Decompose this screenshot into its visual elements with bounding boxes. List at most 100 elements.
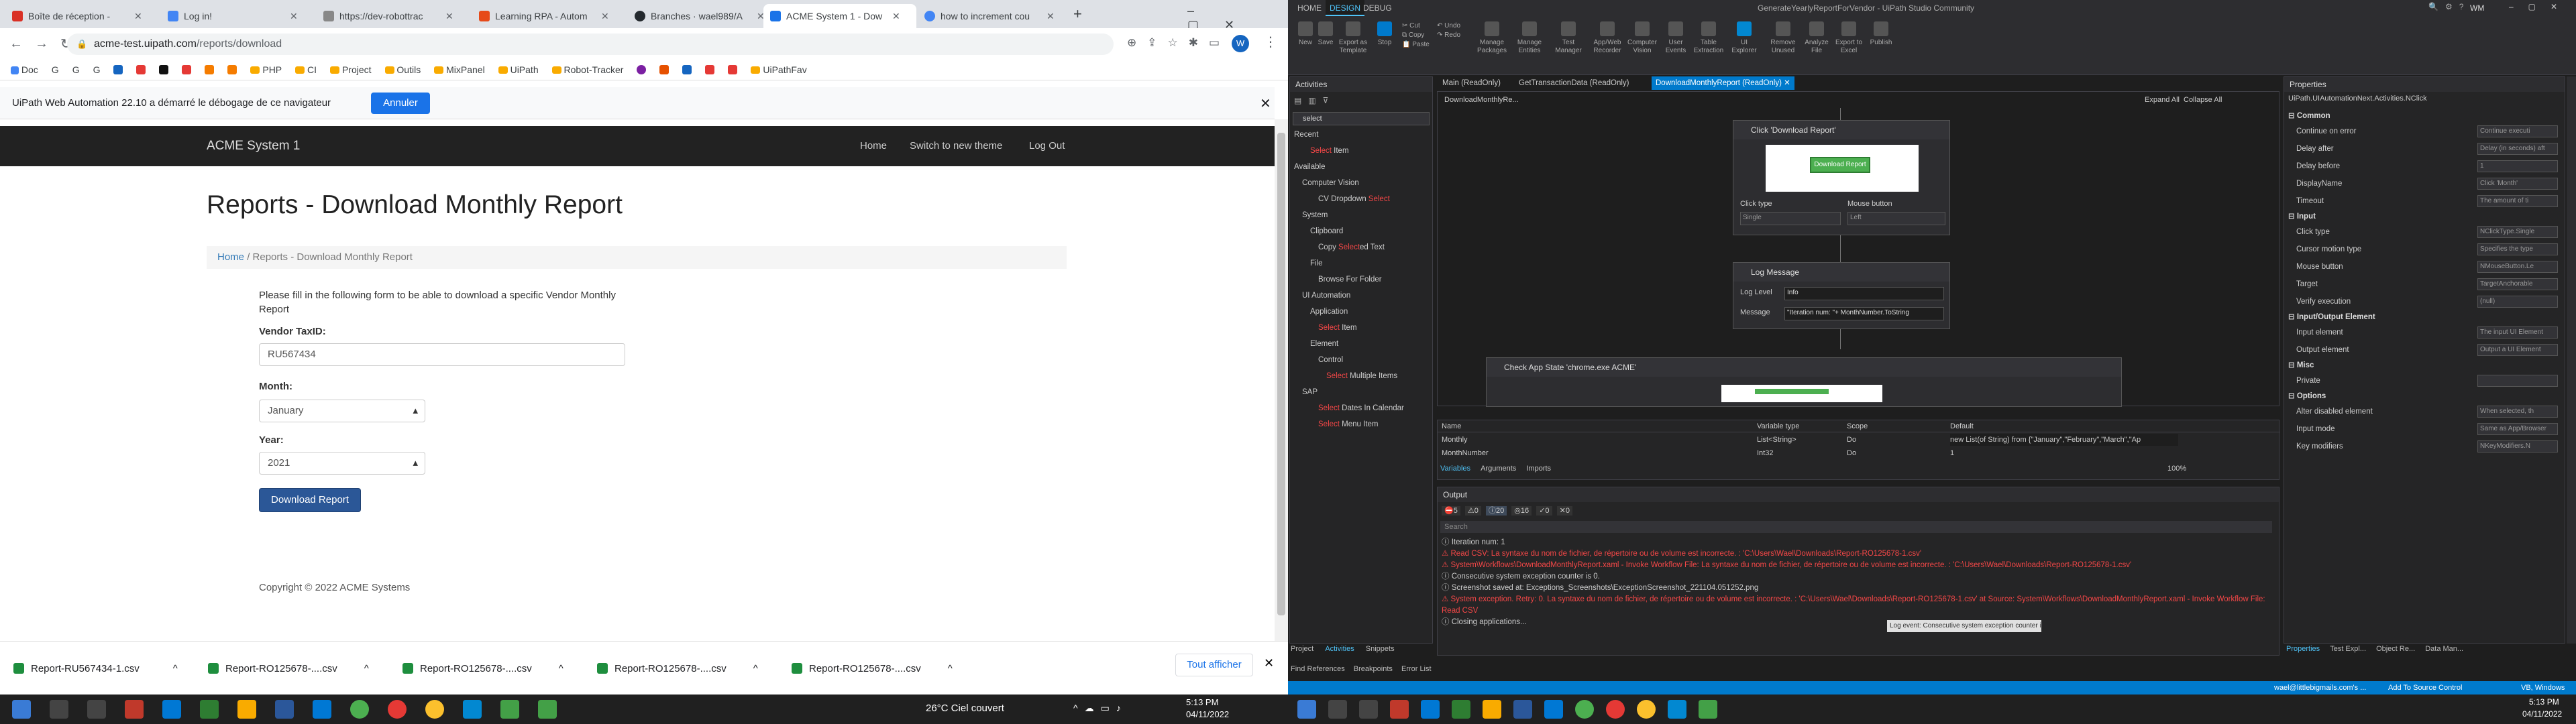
- output-line[interactable]: ⓘ Consecutive system exception counter i…: [1442, 571, 2273, 583]
- chrome-icon[interactable]: [425, 700, 444, 719]
- filter-info[interactable]: ⓘ20: [1485, 506, 1507, 516]
- bookmark-ci[interactable]: CI: [295, 64, 317, 75]
- output-line[interactable]: ⓘ Closing applications...: [1442, 617, 2273, 628]
- show-all-downloads-button[interactable]: Tout afficher: [1175, 654, 1253, 676]
- bookmark-outils[interactable]: Outils: [384, 64, 421, 75]
- close-tab-icon[interactable]: ✕: [1784, 79, 1790, 87]
- bookmark-g2[interactable]: G: [72, 64, 80, 75]
- property-value[interactable]: When selected, th: [2477, 406, 2558, 418]
- chevron-up-icon[interactable]: ^: [753, 663, 758, 674]
- close-tab-icon[interactable]: ✕: [892, 11, 900, 22]
- activity-tree-item[interactable]: Computer Vision: [1290, 175, 1432, 191]
- filter-trace[interactable]: ◎16: [1511, 506, 1532, 516]
- file-explorer-icon[interactable]: [237, 700, 256, 719]
- close-tab-icon[interactable]: ✕: [445, 11, 453, 22]
- bookmark-project[interactable]: Project: [330, 64, 372, 75]
- activity-tree-item[interactable]: CV Dropdown Select: [1290, 191, 1432, 207]
- youtube-icon[interactable]: [728, 64, 738, 74]
- property-value[interactable]: [2477, 375, 2558, 387]
- chrome-icon[interactable]: [1637, 700, 1656, 719]
- close-tab-icon[interactable]: ✕: [134, 11, 142, 22]
- activity-tree-item[interactable]: Select Dates In Calendar: [1290, 400, 1432, 416]
- activity-tree-item[interactable]: Clipboard: [1290, 223, 1432, 239]
- address-bar[interactable]: 🔒 acme-test.uipath.com/reports/download: [67, 34, 1114, 55]
- property-value[interactable]: NClickType.Single: [2477, 226, 2558, 238]
- browser-tab-acme[interactable]: ACME System 1 - Dow ✕: [763, 4, 916, 28]
- property-value[interactable]: NKeyModifiers.N: [2477, 440, 2558, 452]
- search-icon[interactable]: [50, 700, 68, 719]
- activities-tab[interactable]: Activities: [1325, 645, 1354, 653]
- cut-button[interactable]: ✂ Cut: [1402, 21, 1430, 31]
- bookmark-g1[interactable]: G: [52, 64, 59, 75]
- bookmark-doc[interactable]: Doc: [11, 64, 38, 75]
- chrome-icon[interactable]: [388, 700, 407, 719]
- scroll-thumb[interactable]: [1277, 133, 1285, 615]
- expand-all-link[interactable]: Expand All: [2145, 96, 2180, 104]
- activity-tree-item[interactable]: Select Menu Item: [1290, 416, 1432, 432]
- property-section[interactable]: ⊟ Misc: [2284, 359, 2565, 372]
- table-extraction-button[interactable]: Table Extraction: [1692, 21, 1725, 55]
- nav-switch-theme[interactable]: Switch to new theme: [910, 140, 1002, 152]
- error-list-tab[interactable]: Error List: [1401, 665, 1432, 673]
- close-tab-icon[interactable]: ✕: [290, 11, 298, 22]
- output-search-input[interactable]: Search: [1440, 521, 2272, 533]
- bookmark-uipathfav[interactable]: UiPathFav: [751, 64, 807, 75]
- doc-tab-main[interactable]: Main (ReadOnly): [1442, 76, 1501, 90]
- property-value[interactable]: NMouseButton.Le: [2477, 261, 2558, 273]
- taskbar-app-icon[interactable]: [200, 700, 219, 719]
- task-view-icon[interactable]: [1359, 700, 1378, 719]
- activity-tree-item[interactable]: Select Multiple Items: [1290, 368, 1432, 384]
- tab-design[interactable]: DESIGN: [1326, 0, 1365, 16]
- test-explorer-tab[interactable]: Test Expl...: [2330, 645, 2366, 653]
- imports-tab[interactable]: Imports: [1526, 465, 1551, 473]
- computer-vision-button[interactable]: Computer Vision: [1626, 21, 1658, 55]
- clock-time[interactable]: 5:13 PM: [2529, 697, 2559, 707]
- download-report-button[interactable]: Download Report: [259, 488, 361, 512]
- tray-icons[interactable]: ^☁▭♪: [1073, 703, 1128, 714]
- bookmark-g3[interactable]: G: [93, 64, 101, 75]
- property-value[interactable]: The amount of ti: [2477, 195, 2558, 207]
- activity-tree-item[interactable]: Browse For Folder: [1290, 272, 1432, 288]
- window-controls[interactable]: –▢✕: [2509, 2, 2572, 11]
- file-explorer-icon[interactable]: [1483, 700, 1501, 719]
- property-value[interactable]: Output a UI Element: [2477, 344, 2558, 356]
- new-tab-button[interactable]: +: [1073, 5, 1082, 23]
- activity-tree-item[interactable]: UI Automation: [1290, 288, 1432, 304]
- variable-row[interactable]: MonthNumber Int32 Do 1: [1438, 447, 2280, 459]
- taskbar-app-icon[interactable]: [1544, 700, 1563, 719]
- edge-icon[interactable]: [162, 700, 181, 719]
- browser-tab-google[interactable]: how to increment cou ✕: [918, 4, 1072, 28]
- taskbar-app-icon[interactable]: [538, 700, 557, 719]
- bookmark-app-icon[interactable]: [637, 64, 647, 74]
- log-level-select[interactable]: Info: [1784, 287, 1944, 300]
- click-activity-card[interactable]: Click 'Download Report' Download Report …: [1733, 120, 1950, 235]
- manage-packages-button[interactable]: Manage Packages: [1476, 21, 1508, 55]
- nav-home[interactable]: Home: [860, 140, 887, 152]
- download-item[interactable]: Report-RO125678-....csv ^: [402, 656, 564, 680]
- property-section[interactable]: ⊟ Options: [2284, 389, 2565, 403]
- breadcrumb-home[interactable]: Home: [217, 251, 244, 263]
- download-item[interactable]: Report-RO125678-....csv ^: [597, 656, 758, 680]
- copy-button[interactable]: ⧉ Copy: [1402, 31, 1430, 40]
- start-icon[interactable]: [1297, 700, 1316, 719]
- property-section[interactable]: ⊟ Input: [2284, 210, 2565, 223]
- start-icon[interactable]: [12, 700, 31, 719]
- chrome-icon[interactable]: [350, 700, 369, 719]
- property-section[interactable]: ⊟ Input/Output Element: [2284, 310, 2565, 324]
- filter-verbose[interactable]: ✓0: [1536, 506, 1552, 516]
- chrome-icon[interactable]: [1575, 700, 1594, 719]
- publish-button[interactable]: Publish: [1866, 21, 1896, 47]
- activity-tree-item[interactable]: SAP: [1290, 384, 1432, 400]
- task-view-icon[interactable]: [87, 700, 106, 719]
- find-references-tab[interactable]: Find References: [1291, 665, 1345, 673]
- paste-button[interactable]: 📋 Paste: [1402, 40, 1430, 50]
- chevron-up-icon[interactable]: ^: [948, 663, 953, 674]
- chevron-up-icon[interactable]: ^: [364, 663, 369, 674]
- activity-tree-item[interactable]: System: [1290, 207, 1432, 223]
- activity-tree-item[interactable]: Available: [1290, 159, 1432, 175]
- message-input[interactable]: "Iteration num: "+ MonthNumber.ToString: [1784, 307, 1944, 320]
- designer-breadcrumb[interactable]: DownloadMonthlyRe...: [1444, 96, 1519, 104]
- designer-canvas[interactable]: DownloadMonthlyRe... Expand All Collapse…: [1437, 91, 2279, 407]
- youtube-icon[interactable]: [705, 64, 715, 74]
- filter-warnings[interactable]: ⚠0: [1464, 506, 1481, 516]
